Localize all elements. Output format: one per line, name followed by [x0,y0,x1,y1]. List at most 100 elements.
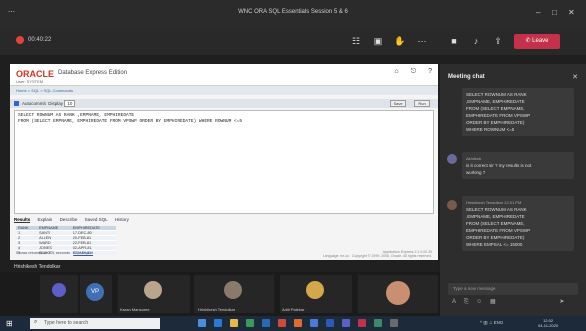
app-icon[interactable] [390,319,398,327]
sql-editor[interactable]: SELECT ROWNUM AS RANK ,EMPNAME, EMPHIRED… [14,110,434,214]
network-icon[interactable]: ▥ [483,320,487,325]
avatar [447,154,457,164]
run-button[interactable]: Run [414,100,430,107]
chat-message: Akhilesh is it correct sir ? my results … [462,152,574,179]
sql-line: FROM (SELECT EMPNAME, EMPHIREDATE FROM V… [18,119,243,124]
taskbar: ⊞ Type here to search ⌕ ^ ▥ ♫ ENG 12:02 … [0,316,586,331]
participant-tile[interactable]: VP [80,275,112,313]
participant-tile[interactable]: Hrishikesh Tendolkar [194,275,274,313]
participant-tile[interactable] [358,275,438,313]
participant-tile[interactable]: Karan Mansuree [118,275,190,313]
call-timer: 00:40:22 [28,37,52,43]
teams-icon[interactable] [342,319,350,327]
mail-icon[interactable] [262,319,270,327]
home-icon[interactable]: ⌂ [394,68,398,75]
call-toolbar: 00:40:22 ☷ ▣ ✋ ⋯ ■ ♪ ⇪ [0,28,586,55]
oracle-logo: ORACLE [16,69,54,79]
breadcrumb[interactable]: Home > SQL > SQL Commands [10,86,438,95]
oracle-app-icon[interactable] [358,319,366,327]
chat-message: Hrishikesh Tendolkar 12:01 PM SELECT ROW… [462,196,574,251]
chevron-up-icon[interactable]: ^ [480,320,482,325]
meeting-chat-panel: Meeting chat ✕ SELECT ROWNUM AS RANK ,EM… [440,64,586,316]
participant-name: Hrishikesh Tendolkar [198,307,236,312]
search-icon: ⌕ [34,319,38,325]
autocommit-checkbox[interactable] [14,101,19,107]
product-name: Database Express Edition [58,70,128,76]
window-title: WNC ORA SQL Essentials Session 5 & 6 [238,9,348,15]
share-icon[interactable]: ⇪ [492,35,504,47]
volume-icon[interactable]: ♫ [489,320,492,325]
chrome-icon[interactable] [310,319,318,327]
message-line: WHERE ROWNUM <=5 [466,127,515,132]
message-line: FROM (SELECT EMPNAME, [466,106,525,111]
word-icon[interactable] [326,319,334,327]
message-line: WHERE EMPSAL <= 15000 [466,242,523,247]
tab-saved-sql[interactable]: Saved SQL [85,217,108,222]
store-icon[interactable] [246,319,254,327]
footer-copyright: Copyright © 1999, 2006, Oracle. All righ… [351,254,432,258]
firefox-icon[interactable] [294,319,302,327]
help-icon[interactable]: ? [428,68,432,75]
message-line: FROM (SELECT EMPNAME, [466,221,525,226]
tab-explain[interactable]: Explain [38,217,53,222]
task-view-icon[interactable] [198,319,206,327]
recording-icon [16,36,24,44]
close-icon[interactable]: ✕ [572,73,578,81]
compose-tools: A ⎘ ☺ ▦ ➤ [452,298,570,306]
camera-icon[interactable]: ■ [448,35,460,47]
message-line: EMPHIREDATE FROM VPSWP [466,113,531,118]
clock[interactable]: 12:02 04-11-2020 [538,318,558,328]
close-button[interactable]: ✕ [568,8,575,17]
emoji-icon[interactable]: ☺ [476,299,482,305]
taskbar-search-input[interactable]: Type here to search [30,318,160,329]
maximize-button[interactable]: □ [552,8,557,17]
message-line: is it correct sir ? my results is not [466,163,532,168]
leave-button[interactable]: ✆ Leave [514,34,560,49]
gif-icon[interactable]: ▦ [490,299,496,305]
edge-icon[interactable] [214,319,222,327]
participants-icon[interactable]: ☷ [350,35,362,47]
mic-icon[interactable]: ♪ [470,35,482,47]
avatar: VP [86,283,104,301]
participant-name: Karan Mansuree [120,307,150,312]
chat-title: Meeting chat [448,74,485,80]
message-line: ORDER BY EMPHIREDATE) [466,120,525,125]
more-icon[interactable]: ⋯ [8,8,15,16]
save-button[interactable]: Save [390,100,406,107]
participant-tile[interactable]: Aditi Palekar [280,275,352,313]
minimize-button[interactable]: – [536,8,540,17]
tab-describe[interactable]: Describe [60,217,78,222]
message-line: SELECT ROWNUM AS RANK [466,207,527,212]
message-sender: Akhilesh [466,156,482,161]
file-explorer-icon[interactable] [230,319,238,327]
tab-history[interactable]: History [115,217,129,222]
display-select[interactable]: 10 [64,100,76,107]
excel-icon[interactable] [374,319,382,327]
chat-message: SELECT ROWNUM AS RANK ,EMPNAME, EMPHIRED… [462,88,574,136]
csv-export-link[interactable]: CSV Export [73,251,93,255]
message-line: working ? [466,170,486,175]
clock-date: 04-11-2020 [538,323,559,328]
chat-icon[interactable]: ▣ [372,35,384,47]
presenter-label: Hrishikesh Tendolkar [10,262,438,272]
system-tray: ^ ▥ ♫ ENG [480,320,503,326]
participant-strip: VP Karan Mansuree Hrishikesh Tendolkar A… [0,272,440,316]
user-label: User: SYSTEM [16,79,44,84]
format-icon[interactable]: A [452,299,456,305]
app-icon[interactable] [278,319,286,327]
logout-icon[interactable]: ⎋ [411,68,417,75]
attach-icon[interactable]: ⎘ [464,299,469,305]
send-icon[interactable]: ➤ [559,299,564,305]
rows-returned-text: 5 rows returned in 0.01 seconds [16,251,71,255]
tab-results[interactable]: Results [14,217,31,223]
more-actions-icon[interactable]: ⋯ [416,35,428,47]
windows-start-icon[interactable]: ⊞ [6,319,15,328]
avatar [144,281,162,299]
message-line: SELECT ROWNUM AS RANK [466,92,527,97]
result-tabs: Results Explain Describe Saved SQL Histo… [14,217,135,223]
message-input[interactable]: Type a new message [448,283,578,295]
avatar [306,281,324,299]
participant-tile[interactable] [40,275,78,313]
raise-hand-icon[interactable]: ✋ [394,35,406,47]
language-indicator[interactable]: ENG [494,320,504,325]
